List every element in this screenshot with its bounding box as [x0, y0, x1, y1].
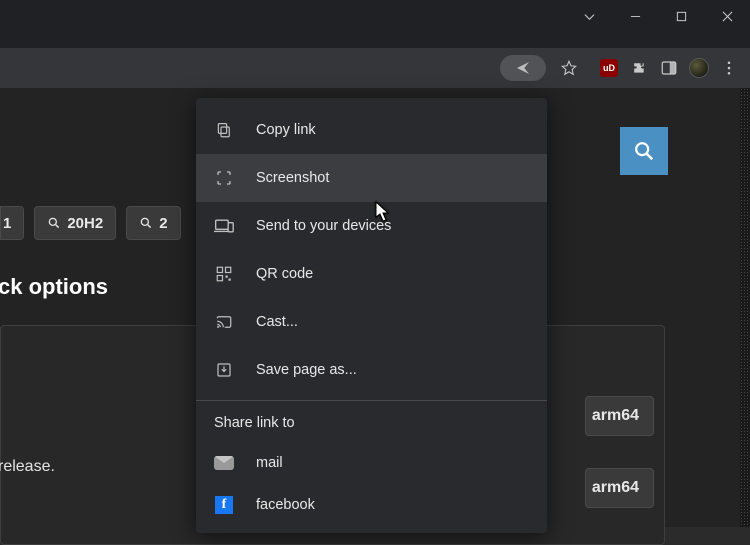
- search-button[interactable]: [620, 127, 668, 175]
- browser-toolbar: uD: [0, 48, 750, 88]
- filter-tag-row: 1 20H2 2: [0, 206, 181, 240]
- devices-icon: [214, 216, 234, 236]
- share-target-facebook[interactable]: f facebook: [196, 485, 547, 525]
- copy-icon: [214, 120, 234, 140]
- extension-ublock[interactable]: uD: [594, 53, 624, 83]
- page-heading: ck options: [0, 274, 108, 300]
- kebab-icon: [720, 59, 738, 77]
- share-link-to-header: Share link to: [196, 405, 547, 441]
- share-page-button[interactable]: [500, 55, 546, 81]
- menu-item-label: Screenshot: [256, 170, 329, 186]
- desktop-background-edge: [740, 88, 750, 527]
- menu-item-label: QR code: [256, 266, 313, 282]
- arm-label: arm64: [592, 407, 639, 425]
- tag-label: 2: [159, 215, 167, 232]
- tag-label: 1: [3, 215, 11, 232]
- menu-item-label: facebook: [256, 497, 315, 513]
- download-arm64-button[interactable]: arm64: [585, 468, 654, 508]
- window-close-button[interactable]: [704, 0, 750, 32]
- window-title-bar: [0, 0, 750, 32]
- menu-item-save-page[interactable]: Save page as...: [196, 346, 547, 394]
- chevron-down-icon: [584, 11, 595, 22]
- crop-icon: [214, 168, 234, 188]
- tag-label: 20H2: [67, 215, 103, 232]
- menu-item-label: Copy link: [256, 122, 316, 138]
- search-icon: [47, 216, 61, 230]
- qr-icon: [214, 264, 234, 284]
- cast-icon: [214, 312, 234, 332]
- facebook-icon: f: [214, 495, 234, 515]
- profile-avatar-button[interactable]: [684, 53, 714, 83]
- mail-icon: [214, 453, 234, 473]
- menu-item-label: mail: [256, 455, 283, 471]
- search-icon: [633, 140, 655, 162]
- save-icon: [214, 360, 234, 380]
- filter-tag[interactable]: 20H2: [34, 206, 116, 240]
- bookmark-star-button[interactable]: [554, 53, 584, 83]
- filter-tag[interactable]: 1: [0, 206, 24, 240]
- extensions-button[interactable]: [624, 53, 654, 83]
- search-icon: [139, 216, 153, 230]
- side-panel-button[interactable]: [654, 53, 684, 83]
- download-arm64-button[interactable]: arm64: [585, 396, 654, 436]
- close-icon: [722, 11, 733, 22]
- maximize-icon: [676, 11, 687, 22]
- menu-item-label: Cast...: [256, 314, 298, 330]
- arm-label: arm64: [592, 479, 639, 497]
- tab-strip: [0, 32, 750, 48]
- share-menu-popup: Copy link Screenshot Send to your device…: [196, 98, 547, 533]
- panel-icon: [660, 59, 678, 77]
- window-minimize-button[interactable]: [612, 0, 658, 32]
- ublock-icon: uD: [600, 59, 618, 77]
- release-text: release.: [0, 458, 55, 476]
- menu-item-screenshot[interactable]: Screenshot: [196, 154, 547, 202]
- menu-item-send-devices[interactable]: Send to your devices: [196, 202, 547, 250]
- menu-item-label: Send to your devices: [256, 218, 391, 234]
- avatar-icon: [689, 58, 709, 78]
- puzzle-icon: [630, 59, 648, 77]
- menu-item-copy-link[interactable]: Copy link: [196, 106, 547, 154]
- tabs-overflow-button[interactable]: [566, 0, 612, 32]
- menu-item-cast[interactable]: Cast...: [196, 298, 547, 346]
- menu-item-qr-code[interactable]: QR code: [196, 250, 547, 298]
- window-maximize-button[interactable]: [658, 0, 704, 32]
- menu-separator: [196, 400, 547, 401]
- minimize-icon: [630, 11, 641, 22]
- filter-tag[interactable]: 2: [126, 206, 180, 240]
- star-icon: [560, 59, 578, 77]
- chrome-menu-button[interactable]: [714, 53, 744, 83]
- share-target-mail[interactable]: mail: [196, 441, 547, 485]
- menu-item-label: Save page as...: [256, 362, 357, 378]
- send-icon: [515, 60, 531, 76]
